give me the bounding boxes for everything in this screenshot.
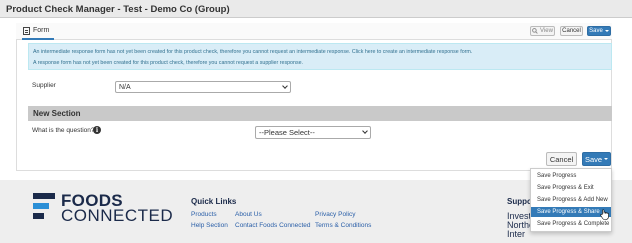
form-icon	[23, 27, 30, 35]
view-button-label: View	[540, 28, 553, 34]
logo-text-connected: CONNECTED	[61, 206, 174, 225]
save-top-label: Save	[589, 28, 603, 34]
footer-link-privacy-policy[interactable]: Privacy Policy	[315, 211, 355, 218]
page-header: Product Check Manager - Test - Demo Co (…	[0, 0, 632, 18]
save-button[interactable]: Save	[582, 152, 611, 166]
section-title: New Section	[33, 109, 81, 118]
footer-link-about-us[interactable]: About Us	[235, 211, 262, 218]
save-button-label: Save	[584, 154, 603, 164]
support-line: Inter	[507, 229, 526, 239]
hand-cursor-icon	[600, 209, 609, 220]
footer-link-terms[interactable]: Terms & Conditions	[315, 222, 371, 229]
menu-item-save-exit[interactable]: Save Progress & Exit	[531, 183, 611, 193]
support-title: Suppo	[507, 197, 532, 206]
menu-item-save-progress[interactable]: Save Progress	[531, 171, 611, 181]
caret-down-icon	[604, 158, 609, 160]
menu-item-save-add-new[interactable]: Save Progress & Add New	[531, 195, 611, 205]
supplier-select-value: N/A	[119, 83, 131, 91]
caret-down-icon	[604, 30, 609, 32]
save-dropdown-menu: Save Progress Save Progress & Exit Save …	[530, 168, 612, 232]
footer-link-products[interactable]: Products	[191, 211, 217, 218]
footer-link-help-section[interactable]: Help Section	[191, 222, 228, 229]
supplier-label: Supplier	[32, 82, 56, 89]
search-icon	[532, 28, 538, 34]
cancel-button[interactable]: Cancel	[546, 152, 577, 166]
section-header: New Section	[28, 106, 612, 121]
tab-form-label: Form	[33, 27, 50, 34]
info-alert: An intermediate response form has not ye…	[28, 43, 612, 70]
footer-link-contact[interactable]: Contact Foods Connected	[235, 222, 311, 229]
chevron-down-icon	[282, 83, 288, 89]
view-button[interactable]: View	[530, 26, 555, 36]
supplier-select[interactable]: N/A	[115, 81, 291, 93]
question-select-value: --Please Select--	[259, 128, 315, 137]
question-label: What is the question?	[32, 127, 95, 134]
chevron-down-icon	[362, 128, 368, 134]
question-select[interactable]: --Please Select--	[255, 126, 371, 139]
alert-response-message: A response form has not yet been created…	[33, 60, 304, 66]
page-title: Product Check Manager - Test - Demo Co (…	[6, 4, 230, 15]
tab-form[interactable]: Form	[16, 23, 612, 40]
logo-bar-bottom	[33, 213, 44, 219]
menu-item-save-complete[interactable]: Save Progress & Complete	[531, 219, 611, 229]
menu-item-save-share[interactable]: Save Progress & Share	[531, 207, 611, 217]
alert-intermediate-message[interactable]: An intermediate response form has not ye…	[33, 49, 472, 55]
info-icon[interactable]: i	[93, 126, 101, 134]
quick-links-title: Quick Links	[191, 197, 237, 206]
tab-underline	[22, 38, 54, 40]
logo-bar-top	[33, 193, 55, 199]
cancel-top-button[interactable]: Cancel	[560, 26, 583, 36]
logo-bar-middle	[33, 203, 49, 209]
save-top-button[interactable]: Save	[587, 26, 611, 36]
